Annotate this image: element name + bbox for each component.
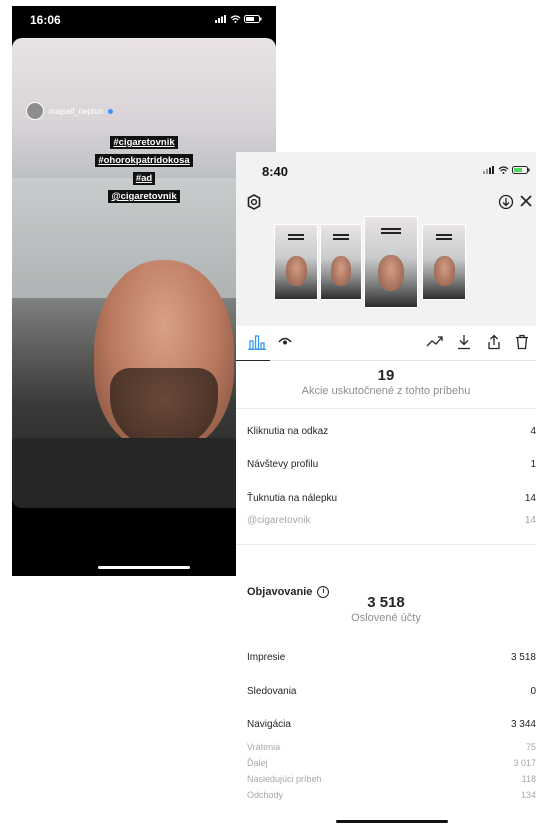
- signal-icon: [483, 166, 494, 174]
- insights-status-icons: [483, 166, 530, 174]
- home-indicator: [336, 820, 448, 823]
- reach-total-label: Oslovené účty: [351, 612, 421, 624]
- gear-icon[interactable]: [246, 194, 262, 215]
- metric-label: Impresie: [247, 652, 286, 663]
- battery-icon: [244, 15, 262, 23]
- metric-label: Kliknutia na odkaz: [247, 426, 329, 437]
- story-status-bar: 16:06: [12, 6, 276, 34]
- save-icon[interactable]: [456, 334, 472, 355]
- hashtag-sticker[interactable]: #cigaretovnik: [110, 136, 178, 149]
- actions-summary: 19 Akcie uskutočnené z tohto príbehu: [236, 367, 536, 397]
- divider: [236, 544, 536, 545]
- trending-icon[interactable]: [426, 334, 444, 353]
- eye-icon[interactable]: [278, 334, 292, 353]
- metric-label: Ťuknutia na nálepku: [247, 493, 338, 504]
- story-thumbnail[interactable]: [422, 224, 466, 300]
- actions-total-label: Akcie uskutočnené z tohto príbehu: [301, 385, 471, 397]
- story-thumbnail[interactable]: [274, 224, 318, 300]
- discovery-summary: 3 518 Oslovené účty: [236, 594, 536, 624]
- close-icon[interactable]: [518, 193, 534, 214]
- metric-value: 75: [525, 742, 536, 752]
- metric-value: 118: [521, 774, 536, 784]
- story-thumbnail[interactable]: [320, 224, 362, 300]
- signal-icon: [215, 15, 226, 23]
- metric-value: 134: [520, 790, 536, 800]
- hashtag-sticker[interactable]: #ad: [132, 172, 156, 185]
- metric-label: Nasledujúci príbeh: [247, 774, 322, 784]
- download-icon[interactable]: [498, 194, 514, 215]
- metric-label: Návštevy profilu: [247, 459, 319, 470]
- avatar[interactable]: [26, 102, 44, 120]
- actions-total: 19: [377, 367, 395, 384]
- metric-value: 14: [524, 493, 536, 504]
- metric-value: 14: [524, 515, 536, 526]
- divider: [236, 408, 536, 409]
- reach-total: 3 518: [367, 594, 405, 611]
- metric-value: 3 344: [510, 719, 536, 730]
- metric-value: 4: [530, 426, 536, 437]
- wifi-icon: [230, 15, 241, 23]
- insights-tab-bar: [236, 326, 536, 361]
- metric-label: Odchody: [247, 790, 284, 800]
- insights-status-bar: 8:40: [236, 152, 536, 186]
- wifi-icon: [498, 166, 509, 174]
- metric-label: @cigaretovnik: [247, 515, 311, 526]
- active-tab-indicator: [236, 360, 270, 361]
- share-icon[interactable]: [486, 334, 502, 355]
- home-indicator: [98, 566, 190, 569]
- delete-icon[interactable]: [514, 334, 530, 355]
- metric-label: Ďalej: [247, 758, 268, 768]
- metric-value: 3 518: [510, 652, 536, 663]
- story-status-time: 16:06: [30, 13, 61, 27]
- story-username[interactable]: majself_neptun: [49, 107, 103, 116]
- metric-value: 0: [530, 686, 536, 697]
- metric-value: 1: [530, 459, 536, 470]
- story-thumbnail-selected[interactable]: [364, 216, 418, 308]
- verified-badge-icon: [108, 108, 114, 114]
- story-user-header[interactable]: majself_neptun: [26, 102, 114, 120]
- battery-icon: [512, 166, 530, 174]
- insights-phone: 8:40 19 Akcie uskutočnené z tohto príbeh…: [236, 152, 536, 824]
- bar-chart-icon[interactable]: [248, 334, 266, 355]
- metric-value: 3 017: [513, 758, 536, 768]
- metric-label: Vrátenia: [247, 742, 281, 752]
- mention-sticker[interactable]: @cigaretovnik: [108, 190, 180, 203]
- metric-label: Navigácia: [247, 719, 291, 730]
- hashtag-sticker[interactable]: #ohorokpatridokosa: [95, 154, 193, 167]
- story-thumbnails-strip: [236, 186, 536, 326]
- insights-status-time: 8:40: [262, 164, 289, 179]
- metric-label: Sledovania: [247, 686, 297, 697]
- story-status-icons: [215, 15, 262, 23]
